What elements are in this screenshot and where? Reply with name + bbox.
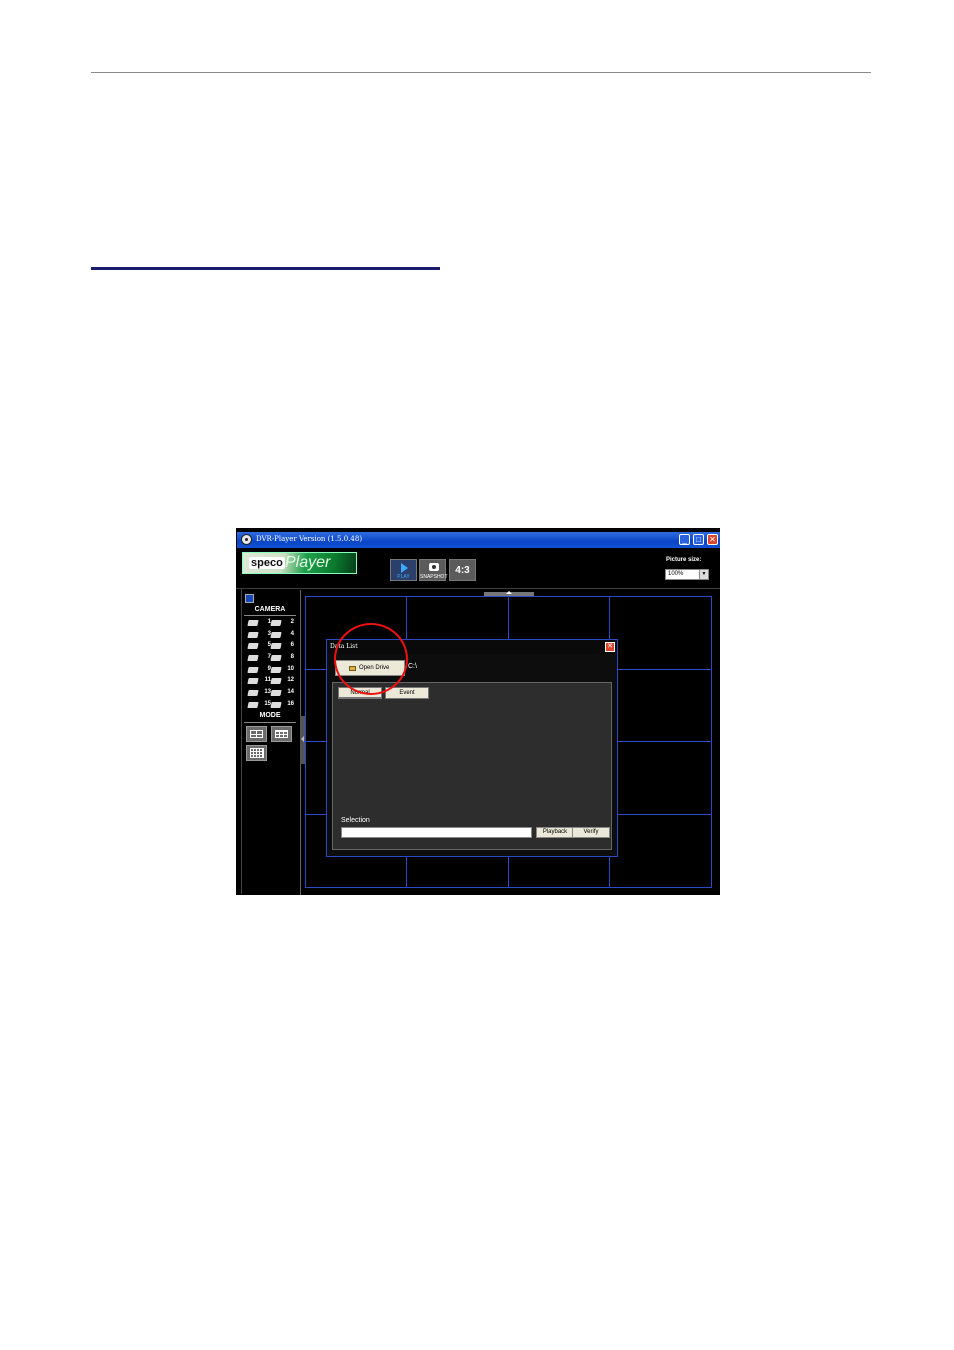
picture-size-label: Picture size: (666, 557, 702, 563)
play-button[interactable]: PLAY (390, 559, 417, 581)
camera-icon (247, 655, 259, 661)
video-cell[interactable] (610, 815, 711, 888)
playback-button[interactable]: Playback (536, 827, 574, 838)
camera-number: 12 (287, 677, 294, 683)
camera-icon (247, 632, 259, 638)
camera-number: 13 (264, 689, 271, 695)
camera-number: 11 (264, 677, 271, 683)
camera-number: 9 (267, 666, 271, 672)
camera-icon (247, 690, 259, 696)
camera-icon (247, 678, 259, 684)
video-cell[interactable] (609, 597, 711, 670)
data-list-panel: Normal Event Selection Playback Verify (332, 682, 612, 850)
maximize-button[interactable]: □ (693, 534, 704, 545)
video-cell[interactable] (609, 742, 711, 815)
camera-icon (270, 655, 282, 661)
top-rule (91, 72, 871, 73)
verify-button[interactable]: Verify (572, 827, 610, 838)
grid-4-icon (250, 730, 263, 738)
camera-icon (270, 643, 282, 649)
mode-4-split-button[interactable] (246, 726, 267, 742)
camera-number: 8 (290, 654, 294, 660)
camera-number: 15 (264, 701, 271, 707)
camera-icon (270, 702, 282, 708)
selection-label: Selection (341, 817, 370, 824)
camera-number: 2 (290, 619, 294, 625)
camera-icon (429, 563, 439, 571)
camera-icon (247, 702, 259, 708)
picture-size-value: 100% (668, 571, 684, 577)
snapshot-label: SNAPSHOT (420, 574, 448, 580)
camera-number: 10 (287, 666, 294, 672)
highlight-circle (334, 623, 408, 695)
camera-number: 3 (267, 631, 271, 637)
grid-9-icon (275, 730, 288, 738)
camera-number: 6 (290, 642, 294, 648)
dialog-close-button[interactable]: ✕ (605, 642, 615, 652)
collapse-arrow-icon[interactable] (301, 736, 304, 742)
section-heading-underline (91, 267, 440, 270)
camera-icon (270, 678, 282, 684)
aspect-ratio-label: 4:3 (455, 565, 470, 576)
minimize-button[interactable]: _ (679, 534, 690, 545)
window-title: DVR-Player Version (1.5.0.48) (256, 535, 363, 543)
mode-header: MODE (259, 712, 281, 719)
camera-icon (270, 667, 282, 673)
snapshot-button[interactable]: SNAPSHOT (419, 559, 448, 581)
app-icon (241, 534, 252, 545)
play-icon (401, 563, 408, 573)
camera-number: 14 (287, 689, 294, 695)
camera-icon (270, 690, 282, 696)
picture-size-select[interactable]: 100% ▼ (665, 569, 709, 580)
camera-header-rule (244, 615, 296, 616)
mode-9-split-button[interactable] (271, 726, 292, 742)
camera-icon (247, 643, 259, 649)
sidebar-toggle-icon[interactable] (245, 594, 254, 603)
panel-edge (241, 588, 242, 894)
camera-number: 5 (267, 642, 271, 648)
chevron-down-icon[interactable]: ▼ (699, 570, 708, 579)
mode-header-rule (244, 722, 296, 723)
camera-icon (247, 667, 259, 673)
play-label: PLAY (397, 574, 410, 580)
camera-number: 16 (287, 701, 294, 707)
logo-brand: speco (249, 557, 285, 569)
mode-16-split-button[interactable] (246, 745, 267, 761)
window-close-button[interactable]: ✕ (707, 534, 718, 545)
camera-number: 7 (267, 654, 271, 660)
camera-icon (247, 620, 259, 626)
video-cell[interactable] (609, 670, 711, 742)
camera-number: 1 (267, 619, 271, 625)
camera-number: 4 (290, 631, 294, 637)
camera-icon (270, 632, 282, 638)
aspect-ratio-button[interactable]: 4:3 (449, 559, 476, 581)
camera-icon (270, 620, 282, 626)
speco-player-logo: speco Player (242, 552, 357, 574)
grid-16-icon (250, 748, 264, 758)
toolbar-divider (236, 588, 720, 589)
drive-path: C:\ (408, 663, 417, 670)
dvr-player-screenshot: DVR-Player Version (1.5.0.48) _ □ ✕ spec… (236, 528, 720, 895)
grip-arrow-icon[interactable] (506, 591, 512, 594)
camera-header: CAMERA (254, 606, 286, 613)
window-titlebar[interactable]: DVR-Player Version (1.5.0.48) _ □ ✕ (237, 532, 720, 548)
selection-field[interactable] (341, 827, 532, 838)
logo-product: Player (285, 554, 331, 571)
